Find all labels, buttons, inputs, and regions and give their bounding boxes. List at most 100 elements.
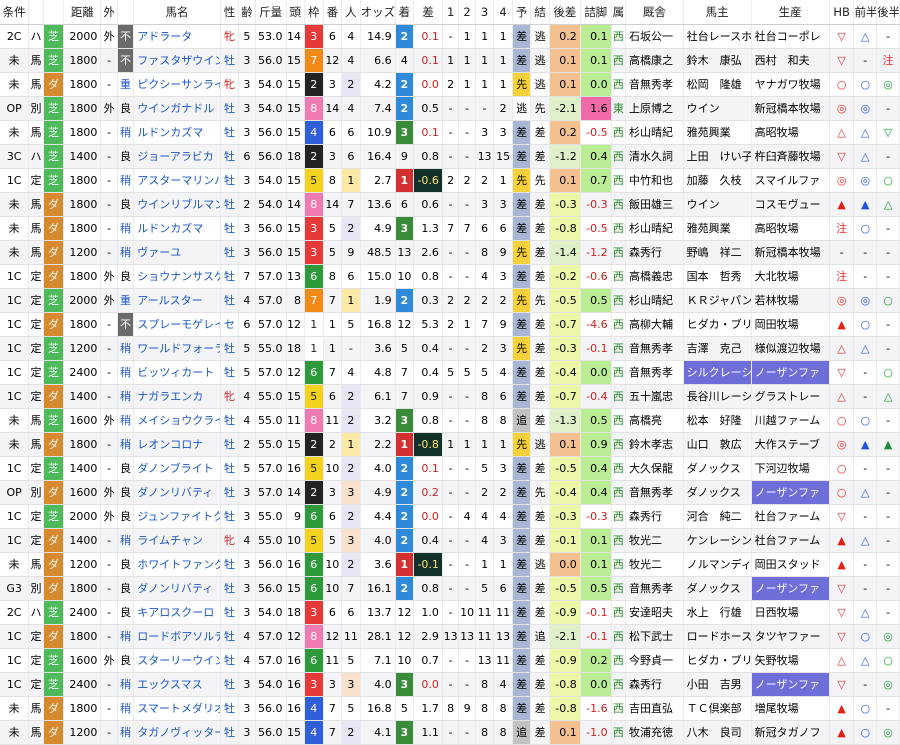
col-header-weight[interactable]: 斤量 <box>255 0 287 25</box>
table-row[interactable]: G3 別ダ 1800- 良ダノンリバティ牡 3 56.0 15 6 10 7 16.1 2 0.8- -5… <box>0 576 900 601</box>
horse-name-link[interactable]: エックスマス <box>133 672 221 697</box>
table-row[interactable]: 1C 定芝 2000 外重アールスター牡 4 57.0 8 7 7 1 1.9 2 0.3 2 2 2 2 先先 -… <box>0 288 900 313</box>
table-row[interactable]: 未馬芝1600外稍メイショウクライム牡455.01181123.230.8--8… <box>0 408 900 433</box>
table-row[interactable]: OP 別ダ 1600 外良ダノンリバティ牡 3 57.0 14 2 3 3 4.9 2 0.2- -2 2 差… <box>0 480 900 505</box>
finish-position: 3 <box>395 720 415 745</box>
horse-name-link[interactable]: ルドンカズマ <box>133 120 221 145</box>
col-header-trainer[interactable]: 厩舎 <box>625 0 684 25</box>
col-header-number[interactable]: 番 <box>323 0 343 25</box>
table-row[interactable]: 1C定芝2000外良ジュンファイトクン牡355.096624.420.0-444… <box>0 504 900 529</box>
horse-name-link[interactable]: アールスター <box>133 288 221 313</box>
table-row[interactable]: 未馬ダ 1800- 稍レオンコロナ牡 2 55.0 15 2 2 1 2.2 1 -0.8 1 1 1 1 先逃… <box>0 432 900 457</box>
table-row[interactable]: 3C ハ芝 1400- 良ジョーアラビカ牡 6 56.0 18 2 3 6 16.4 9 0.8- -13… <box>0 144 900 169</box>
table-row[interactable]: 1C定芝1600外良スターリーウインド牡457.01661157.1100.7-… <box>0 648 900 673</box>
table-row[interactable]: 未馬ダ 1200- 稍タガノヴィッター牡 3 56.0 15 4 7 2 4.1 3 1.1- -8 8 追… <box>0 720 900 745</box>
corner-2: - <box>458 552 476 577</box>
horse-name-link[interactable]: ウインリブルマン <box>133 192 221 217</box>
horse-age: 3 <box>238 48 256 73</box>
horse-name-link[interactable]: ダノンブライト <box>133 456 221 481</box>
horse-name-link[interactable]: タガノヴィッター <box>133 720 221 745</box>
horse-name-link[interactable]: ロードボアソルテ <box>133 624 221 649</box>
horse-name-link[interactable]: ピクシーサンライズ <box>133 72 221 97</box>
table-row[interactable]: 未馬ダ1800-重ピクシーサンライズ牝354.0152324.220.02111… <box>0 72 900 97</box>
table-row[interactable]: 未馬ダ1800-稍スマートメダリオン牡356.01647516.851.7898… <box>0 696 900 721</box>
table-row[interactable]: 1C 定芝 1800- 稍アスターマリンバ牡 3 54.0 15 5 8 1 2.7 1 -0.6 2 2 2… <box>0 168 900 193</box>
horse-name-link[interactable]: スターリーウインド <box>133 648 221 673</box>
table-row[interactable]: 1C 定芝 2400- 稍エックスマス牡 3 54.0 16 3 3 3 4.0 3 0.0- -8 4 差差… <box>0 672 900 697</box>
table-row[interactable]: 1C 定ダ 1800 外良ショウナンサスケ牡 7 57.0 13 6 8 6 15.0 10 0.8- -… <box>0 264 900 289</box>
col-header-corner-2[interactable]: 2 <box>458 0 476 25</box>
col-header-field-size[interactable]: 頭 <box>286 0 306 25</box>
horse-name-link[interactable]: ファスタザウインド <box>133 48 221 73</box>
table-row[interactable]: 1C 定ダ 1400- 稍ナガラエンカ牝 4 55.0 15 5 6 2 6.1 7 0.9- -8 6 差差… <box>0 384 900 409</box>
second-half-mark: - <box>876 528 900 553</box>
col-header-frame[interactable]: 枠 <box>304 0 324 25</box>
col-header-second-half[interactable]: 後半 <box>876 0 900 25</box>
col-header-distance[interactable]: 距離 <box>63 0 102 25</box>
horse-name-link[interactable]: ライムチャン <box>133 528 221 553</box>
table-row[interactable]: 1C定芝1200-稍ワールドフォーラブ牡555.01811-3.650.4--2… <box>0 336 900 361</box>
col-header-corner-4[interactable]: 4 <box>493 0 513 25</box>
col-header-hb[interactable]: HB <box>829 0 855 25</box>
table-row[interactable]: 未馬芝1800-不ファスタザウインド牡356.01571246.640.1111… <box>0 48 900 73</box>
col-header-result[interactable]: 結 <box>530 0 550 25</box>
col-header-outer[interactable]: 外 <box>100 0 118 25</box>
horse-name-link[interactable]: ヴァーユ <box>133 240 221 265</box>
table-row[interactable]: 1C 定芝 2400- 稍ビッツィカート牡 5 57.0 12 6 7 4 4.8 7 0.4 5 5 5 4 差… <box>0 360 900 385</box>
table-row[interactable]: 1C 定芝 1400- 良ダノンブライト牡 5 57.0 16 5 10 2 4.0 2 0.1- -5 3… <box>0 456 900 481</box>
horse-name-link[interactable]: ビッツィカート <box>133 360 221 385</box>
horse-name-link[interactable]: ワールドフォーラブ <box>133 336 221 361</box>
outer-course: - <box>100 216 118 241</box>
col-header-closing[interactable]: 詰脚 <box>580 0 612 25</box>
table-row[interactable]: 未馬芝 1800- 稍ルドンカズマ牡 3 56.0 15 4 6 6 10.9 3 0.1- -3 3 差差… <box>0 120 900 145</box>
col-header-margin[interactable]: 差 <box>413 0 443 25</box>
horse-name-link[interactable]: ホワイトファング <box>133 552 221 577</box>
col-header-breeder[interactable]: 生産 <box>751 0 830 25</box>
col-header-horse-name[interactable]: 馬名 <box>133 0 221 25</box>
horse-name-link[interactable]: アスターマリンバ <box>133 168 221 193</box>
table-row[interactable]: 未馬ダ 1200- 良ホワイトファング牡 3 56.0 16 6 10 2 3.6 1 -0.1- -1… <box>0 552 900 577</box>
col-header-popularity[interactable]: 人 <box>341 0 361 25</box>
horse-name-link[interactable]: スプレーモゲレイロ <box>133 312 221 337</box>
col-header-affiliation[interactable]: 属 <box>611 0 627 25</box>
first-half-mark: - <box>853 456 878 481</box>
horse-name-link[interactable]: ショウナンサスケ <box>133 264 221 289</box>
horse-name-link[interactable]: ルドンカズマ <box>133 216 221 241</box>
col-header-odds[interactable]: オッズ <box>360 0 396 25</box>
horse-name-link[interactable]: ウインガナドル <box>133 96 221 121</box>
col-header-corner-1[interactable]: 1 <box>442 0 460 25</box>
table-row[interactable]: 未馬ダ 1800- 稍ルドンカズマ牡 3 56.0 15 3 5 2 4.9 3 1.3 7 7 6 6 差差 -… <box>0 216 900 241</box>
table-row[interactable]: 2C ハ芝 2400- 良キアロスクーロ牡 3 54.0 18 3 6 6 13.7 12 1.0-10… <box>0 600 900 625</box>
first-half-mark: ◎ <box>853 168 878 193</box>
horse-name-link[interactable]: メイショウクライム <box>133 408 221 433</box>
table-row[interactable]: OP 別芝 1800 外良ウインガナドル牡 3 54.0 15 8 14 4 7.4 2 0.5- - -2… <box>0 96 900 121</box>
horse-name-link[interactable]: アドラータ <box>133 24 221 49</box>
col-header-condition[interactable]: 条件 <box>0 0 30 25</box>
horse-sex: 牝 <box>220 528 240 553</box>
horse-name-link[interactable]: ジョーアラビカ <box>133 144 221 169</box>
col-header-finish[interactable]: 着 <box>395 0 415 25</box>
horse-name-link[interactable]: ジュンファイトクン <box>133 504 221 529</box>
horse-name-link[interactable]: ダノンリバティ <box>133 576 221 601</box>
table-row[interactable]: 1C定ダ1800-不スプレーモゲレイロセ657.01211516.8125.32… <box>0 312 900 337</box>
col-header-sex[interactable]: 性 <box>220 0 240 25</box>
hb-mark: ▽ <box>829 672 855 697</box>
col-header-late-diff[interactable]: 後差 <box>549 0 581 25</box>
horse-name-link[interactable]: キアロスクーロ <box>133 600 221 625</box>
horse-name-link[interactable]: スマートメダリオン <box>133 696 221 721</box>
table-row[interactable]: 未馬ダ 1200- 稍ヴァーユ牡 3 56.0 15 3 5 9 48.5 13 2.6- -8 9 先差 -… <box>0 240 900 265</box>
col-header-age[interactable]: 齢 <box>238 0 256 25</box>
table-row[interactable]: 未馬ダ 1800- 良ウインリブルマン牡 2 54.0 14 8 14 7 13.6 6 0.6- -3… <box>0 192 900 217</box>
popularity: 2 <box>341 456 361 481</box>
col-header-corner-3[interactable]: 3 <box>475 0 495 25</box>
table-row[interactable]: 1C 定ダ 1800- 稍ロードボアソルテ牡 4 57.0 12 8 12 11 28.1 12 2.9… <box>0 624 900 649</box>
col-header-first-half[interactable]: 前半 <box>853 0 878 25</box>
table-row[interactable]: 2C ハ芝 2000 外不アドラータ牝 5 53.0 14 3 6 4 14.9 2 0.1-1 1 1 差逃… <box>0 24 900 49</box>
horse-name-link[interactable]: ダノンリバティ <box>133 480 221 505</box>
first-half-mark: ○ <box>853 624 878 649</box>
table-row[interactable]: 1C 定ダ 1400- 稍ライムチャン牝 4 55.0 10 5 5 3 4.0 2 0.4- -4 3 差差… <box>0 528 900 553</box>
col-header-owner[interactable]: 馬主 <box>683 0 752 25</box>
horse-name-link[interactable]: ナガラエンカ <box>133 384 221 409</box>
col-header-predicted[interactable]: 予 <box>512 0 532 25</box>
horse-name-link[interactable]: レオンコロナ <box>133 432 221 457</box>
